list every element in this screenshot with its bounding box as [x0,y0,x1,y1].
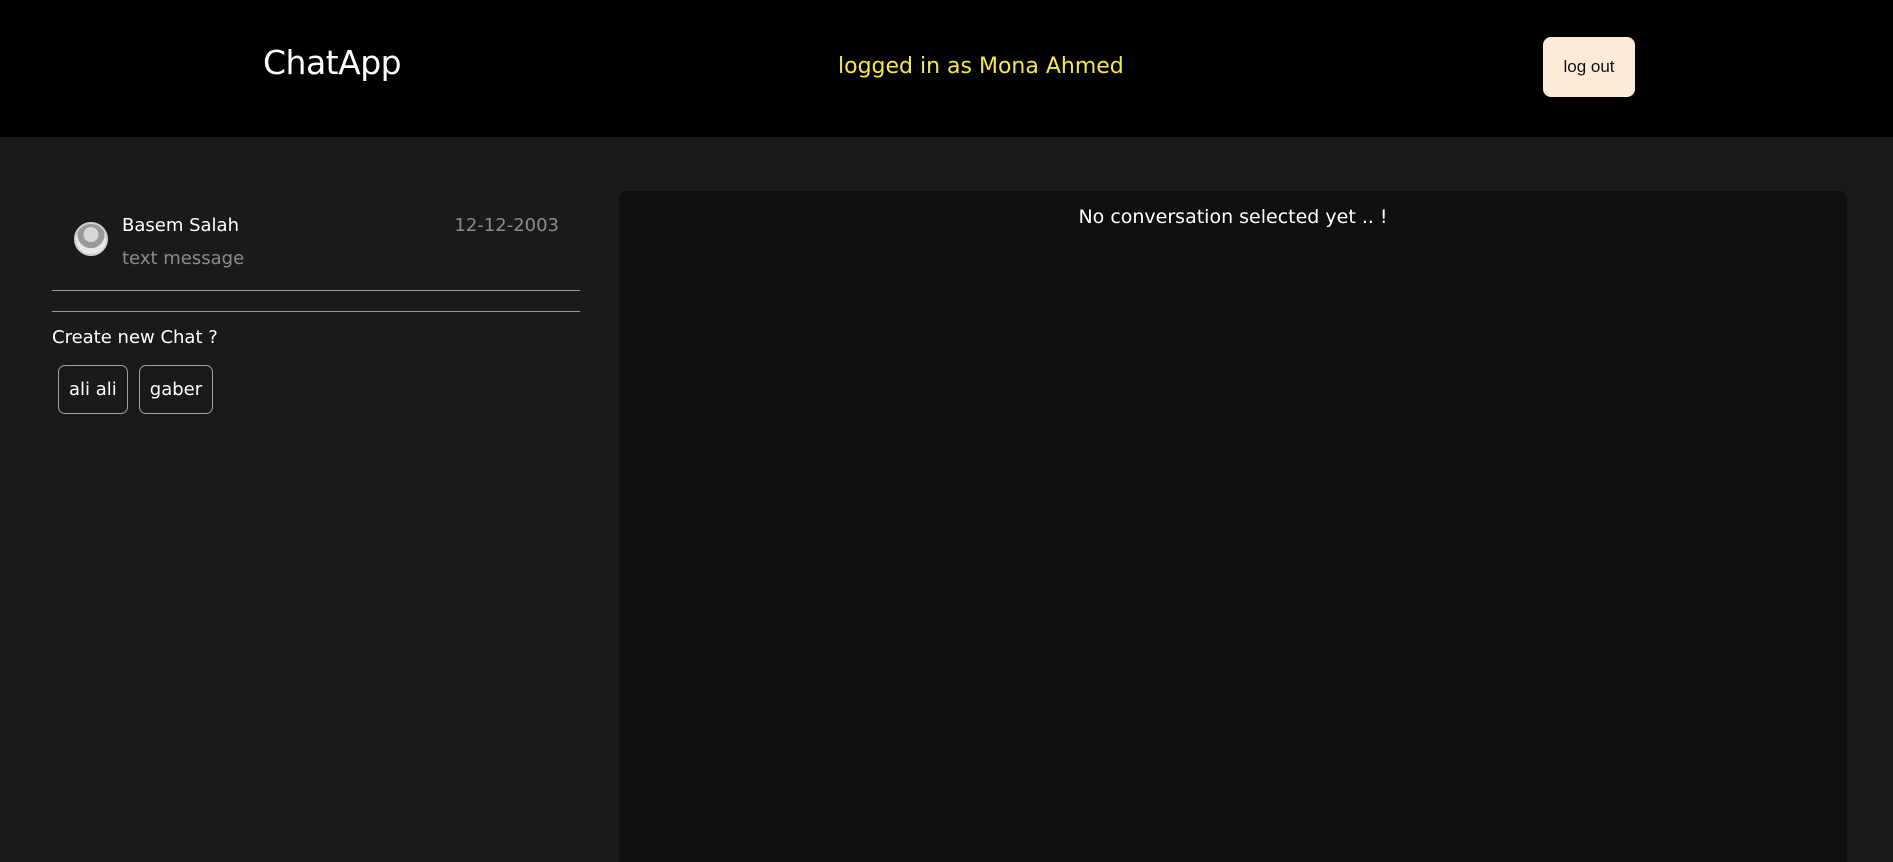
user-chip-ali-ali[interactable]: ali ali [58,365,128,414]
divider [52,311,580,312]
conversation-last-message: text message [122,248,245,269]
user-chip-gaber[interactable]: gaber [138,365,214,414]
app-logo-text: ChatApp [263,43,402,82]
sidebar: Basem Salah text message 12-12-2003 Crea… [52,191,580,414]
empty-conversation-message: No conversation selected yet .. ! [1078,206,1388,228]
user-avatar-icon [74,222,108,256]
conversation-panel: No conversation selected yet .. ! [619,191,1847,862]
conversation-name: Basem Salah [122,215,239,236]
user-chip-list: ali ali gaber [58,365,580,414]
create-chat-label: Create new Chat ? [52,327,218,348]
top-navbar: ChatApp logged in as Mona Ahmed log out [0,0,1893,137]
logout-button[interactable]: log out [1543,37,1635,97]
conversation-item[interactable]: Basem Salah text message 12-12-2003 [52,191,580,291]
logged-in-status: logged in as Mona Ahmed [838,54,1124,79]
conversation-date: 12-12-2003 [454,215,559,236]
